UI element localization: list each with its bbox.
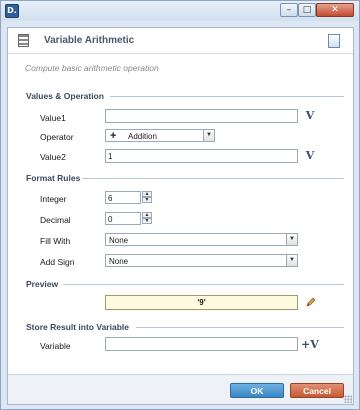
chevron-down-icon[interactable]: ▼ <box>286 234 297 245</box>
pencil-icon[interactable] <box>306 297 316 307</box>
dialog-description: Compute basic arithmetic operation <box>25 63 159 73</box>
section-divider <box>63 284 344 285</box>
section-store-result: Store Result into Variable <box>26 322 129 332</box>
result-variable-input[interactable] <box>105 337 298 351</box>
calculator-icon <box>18 34 29 47</box>
operator-value: Addition <box>128 132 157 141</box>
variable-label: Variable <box>40 341 71 351</box>
value2-label: Value2 <box>40 152 66 162</box>
fill-with-select[interactable]: None ▼ <box>105 233 298 246</box>
ok-button[interactable]: OK <box>230 383 284 398</box>
app-logo-icon: D. <box>5 4 19 18</box>
dialog-title: Variable Arithmetic <box>44 35 135 46</box>
decrement-icon[interactable]: ▼ <box>142 197 152 203</box>
integer-label: Integer <box>40 194 67 204</box>
value1-input[interactable] <box>105 109 298 123</box>
value2-input[interactable]: 1 <box>105 149 298 163</box>
dialog-body: Variable Arithmetic Compute basic arithm… <box>7 27 354 405</box>
notes-icon[interactable] <box>328 34 340 48</box>
section-format-rules: Format Rules <box>26 173 81 183</box>
decimal-label: Decimal <box>40 215 71 225</box>
cancel-button[interactable]: Cancel <box>290 383 344 398</box>
section-divider <box>136 327 344 328</box>
integer-value: 6 <box>108 194 113 203</box>
dialog-window: D. – □ ✕ Variable Arithmetic Compute bas… <box>0 0 360 410</box>
maximize-button[interactable]: □ <box>298 3 316 17</box>
value1-variable-button[interactable]: V <box>304 110 316 122</box>
assign-variable-button[interactable]: +V <box>301 339 319 351</box>
decimal-value: 0 <box>108 215 113 224</box>
resize-grip-icon[interactable] <box>344 395 352 403</box>
chevron-down-icon[interactable]: ▼ <box>203 130 214 141</box>
decrement-icon[interactable]: ▼ <box>142 218 152 224</box>
value2-variable-button[interactable]: V <box>304 150 316 162</box>
value1-label: Value1 <box>40 113 66 123</box>
dialog-header: Variable Arithmetic <box>8 28 353 54</box>
decimal-spinner[interactable]: 0 ▲ ▼ <box>105 212 152 225</box>
close-button[interactable]: ✕ <box>316 3 354 17</box>
add-sign-select[interactable]: None ▼ <box>105 254 298 267</box>
section-divider <box>110 96 344 97</box>
preview-output: '9' <box>105 295 298 310</box>
section-divider <box>82 178 344 179</box>
add-sign-label: Add Sign <box>40 257 75 267</box>
fill-with-value: None <box>109 236 129 245</box>
operator-select[interactable]: + Addition ▼ <box>105 129 215 142</box>
section-preview: Preview <box>26 279 59 289</box>
title-bar[interactable]: D. – □ ✕ <box>1 1 359 21</box>
operator-label: Operator <box>40 132 74 142</box>
fill-with-label: Fill With <box>40 236 71 246</box>
minimize-button[interactable]: – <box>280 3 298 17</box>
dialog-footer: OK Cancel <box>8 374 353 404</box>
section-values-operation: Values & Operation <box>26 91 104 101</box>
plus-icon: + <box>110 130 117 142</box>
integer-spinner[interactable]: 6 ▲ ▼ <box>105 191 152 204</box>
chevron-down-icon[interactable]: ▼ <box>286 255 297 266</box>
add-sign-value: None <box>109 257 129 266</box>
